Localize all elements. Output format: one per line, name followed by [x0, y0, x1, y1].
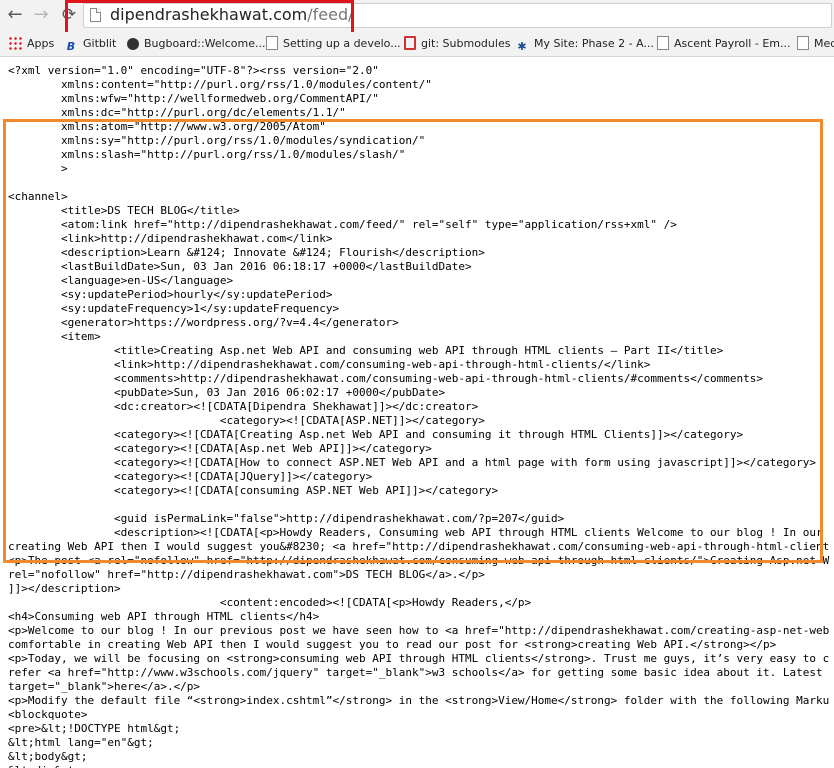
url-path: /feed/ — [307, 5, 354, 24]
bookmark-label: My Site: Phase 2 - A... — [534, 37, 654, 50]
source-line: <description>Learn &#124; Innovate &#124… — [8, 246, 485, 259]
source-line: &lt;div&gt; — [8, 764, 81, 768]
source-line: <category><![CDATA[consuming ASP.NET Web… — [8, 484, 499, 497]
source-line: xmlns:slash="http://purl.org/rss/1.0/mod… — [8, 148, 406, 161]
source-line: xmlns:wfw="http://wellformedweb.org/Comm… — [8, 92, 379, 105]
bookmark-my-site[interactable]: ✱ My Site: Phase 2 - A... — [515, 36, 654, 53]
url-domain: dipendrashekhawat.com — [110, 5, 308, 24]
source-line: <?xml version="1.0" encoding="UTF-8"?><r… — [8, 64, 379, 77]
source-line: <p>The post <a rel="nofollow" href="http… — [8, 554, 830, 567]
bugboard-icon — [127, 38, 139, 50]
source-line: <link>http://dipendrashekhawat.com</link… — [8, 232, 333, 245]
bookmark-label: Med — [814, 37, 834, 50]
source-line: <lastBuildDate>Sun, 03 Jan 2016 06:18:17… — [8, 260, 472, 273]
source-line: rel="nofollow" href="http://dipendrashek… — [8, 568, 485, 581]
source-line: &lt;html lang="en"&gt; — [8, 736, 154, 749]
source-line: <comments>http://dipendrashekhawat.com/c… — [8, 372, 763, 385]
page-icon — [797, 36, 809, 50]
bookmark-git-submodules[interactable]: git: Submodules — [404, 36, 510, 52]
source-line: <guid isPermaLink="false">http://dipendr… — [8, 512, 565, 525]
bookmark-gitblit[interactable]: B Gitblit — [64, 36, 117, 53]
address-bar[interactable]: dipendrashekhawat.com/feed/ — [83, 3, 832, 28]
bookmark-label: Apps — [27, 37, 55, 50]
bookmark-bugboard[interactable]: Bugboard::Welcome... — [127, 36, 265, 52]
source-line: <p>Today, we will be focusing on <strong… — [8, 652, 830, 665]
forward-arrow-icon[interactable]: → — [30, 4, 52, 26]
source-line: <dc:creator><![CDATA[Dipendra Shekhawat]… — [8, 400, 479, 413]
apps-grid-icon — [8, 36, 22, 50]
source-line: <category><![CDATA[ASP.NET]]></category> — [8, 414, 485, 427]
source-line: comfortable in creating Web API then I w… — [8, 638, 777, 651]
source-line: <title>DS TECH BLOG</title> — [8, 204, 240, 217]
source-line: > — [8, 162, 68, 175]
bookmark-label: Gitblit — [83, 37, 117, 50]
page-icon — [657, 36, 669, 50]
bookmark-label: Bugboard::Welcome... — [144, 37, 266, 50]
url-text[interactable]: dipendrashekhawat.com/feed/ — [110, 5, 354, 24]
rss-feed-source: <?xml version="1.0" encoding="UTF-8"?><r… — [8, 64, 829, 768]
source-line: <content:encoded><![CDATA[<p>Howdy Reade… — [8, 596, 532, 609]
bookmark-label: Setting up a develo... — [283, 37, 401, 50]
git-icon — [404, 36, 416, 50]
source-line: <category><![CDATA[Creating Asp.net Web … — [8, 428, 744, 441]
bookmark-med[interactable]: Med — [797, 36, 834, 52]
bookmark-setting-up[interactable]: Setting up a develo... — [266, 36, 401, 52]
gitblit-icon: B — [66, 40, 76, 53]
browser-toolbar: ← → ⟳ dipendrashekhawat.com/feed/ — [0, 0, 834, 36]
source-line: ]]></description> — [8, 582, 121, 595]
source-line: <sy:updateFrequency>1</sy:updateFrequenc… — [8, 302, 340, 315]
bookmark-apps[interactable]: Apps — [8, 36, 54, 52]
source-line: xmlns:atom="http://www.w3.org/2005/Atom" — [8, 120, 326, 133]
source-line: <atom:link href="http://dipendrashekhawa… — [8, 218, 677, 231]
mysite-icon: ✱ — [517, 40, 527, 53]
source-line: <h4>Consuming web API through HTML clien… — [8, 610, 320, 623]
source-line: <channel> — [8, 190, 68, 203]
source-line: <category><![CDATA[Asp.net Web API]]></c… — [8, 442, 432, 455]
bookmarks-bar: Apps B Gitblit Bugboard::Welcome... Setti… — [0, 32, 834, 57]
source-line: <category><![CDATA[How to connect ASP.NE… — [8, 456, 816, 469]
page-icon — [90, 8, 101, 22]
source-line: refer <a href="http://www.w3schools.com/… — [8, 666, 823, 679]
source-line: <pre>&lt;!DOCTYPE html&gt; — [8, 722, 181, 735]
source-line: target="_blank">here</a>.</p> — [8, 680, 201, 693]
back-arrow-icon[interactable]: ← — [4, 4, 26, 26]
source-line: <description><![CDATA[<p>Howdy Readers, … — [8, 526, 823, 539]
source-line: xmlns:dc="http://purl.org/dc/elements/1.… — [8, 106, 346, 119]
reload-icon[interactable]: ⟳ — [58, 4, 80, 26]
source-line: <blockquote> — [8, 708, 88, 721]
source-line: <category><![CDATA[JQuery]]></category> — [8, 470, 373, 483]
source-line: <title>Creating Asp.net Web API and cons… — [8, 344, 724, 357]
page-content: <?xml version="1.0" encoding="UTF-8"?><r… — [0, 57, 834, 768]
source-line: &lt;body&gt; — [8, 750, 88, 763]
bookmark-ascent-payroll[interactable]: Ascent Payroll - Em... — [657, 36, 790, 52]
source-line: xmlns:content="http://purl.org/rss/1.0/m… — [8, 78, 432, 91]
source-line: <sy:updatePeriod>hourly</sy:updatePeriod… — [8, 288, 333, 301]
source-line: <link>http://dipendrashekhawat.com/consu… — [8, 358, 651, 371]
page-icon — [266, 36, 278, 50]
source-line: <language>en-US</language> — [8, 274, 234, 287]
source-line: <generator>https://wordpress.org/?v=4.4<… — [8, 316, 399, 329]
source-line: creating Web API then I would suggest yo… — [8, 540, 830, 553]
source-line: <p>Modify the default file “<strong>inde… — [8, 694, 830, 707]
source-line: <p>Welcome to our blog ! In our previous… — [8, 624, 830, 637]
source-line: xmlns:sy="http://purl.org/rss/1.0/module… — [8, 134, 426, 147]
source-line: <item> — [8, 330, 101, 343]
bookmark-label: git: Submodules — [421, 37, 511, 50]
bookmark-label: Ascent Payroll - Em... — [674, 37, 791, 50]
source-line: <pubDate>Sun, 03 Jan 2016 06:02:17 +0000… — [8, 386, 446, 399]
